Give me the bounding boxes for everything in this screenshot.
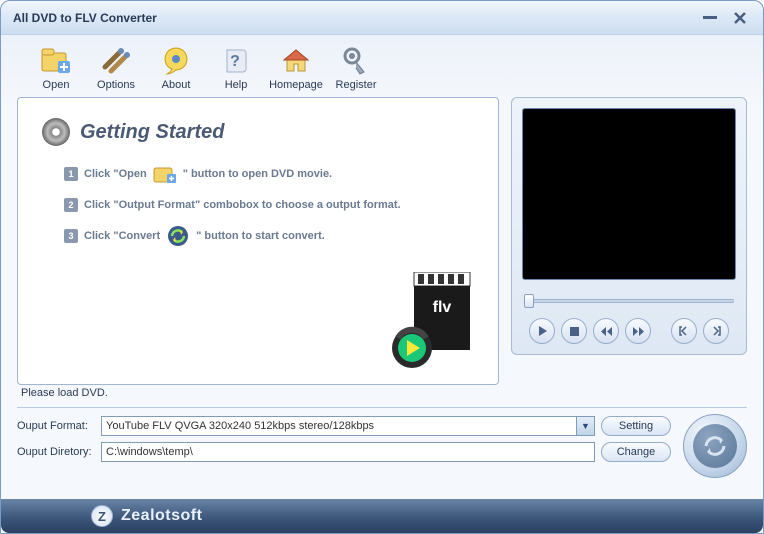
about-button[interactable]: About	[149, 45, 203, 91]
slider-track	[524, 299, 734, 303]
getting-started-title: Getting Started	[80, 121, 224, 144]
main-area: Getting Started 1 Click "Open " button t…	[1, 97, 763, 385]
step-1-number: 1	[64, 167, 78, 181]
output-directory-row: Ouput Diretory: Change	[17, 442, 671, 462]
homepage-icon	[280, 45, 312, 77]
play-button[interactable]	[529, 318, 555, 344]
minimize-button[interactable]	[699, 9, 721, 27]
convert-button[interactable]	[683, 414, 747, 478]
open-label: Open	[43, 79, 70, 91]
change-button[interactable]: Change	[601, 442, 671, 462]
output-format-label: Ouput Format:	[17, 420, 95, 432]
next-button[interactable]	[625, 318, 651, 344]
prev-button[interactable]	[593, 318, 619, 344]
step-1: 1 Click "Open " button to open DVD movie…	[64, 164, 474, 184]
open-mini-icon	[153, 164, 177, 184]
footer-bar: Z Zealotsoft	[1, 499, 763, 533]
step-1-text-a: Click "Open	[84, 168, 147, 180]
step-2: 2 Click "Output Format" combobox to choo…	[64, 198, 474, 212]
close-button[interactable]	[729, 9, 751, 27]
bracket-start-button[interactable]	[671, 318, 697, 344]
slider-thumb[interactable]	[524, 294, 534, 308]
open-button[interactable]: Open	[29, 45, 83, 91]
next-icon	[633, 327, 644, 336]
setting-button[interactable]: Setting	[601, 416, 671, 436]
close-icon	[734, 12, 746, 24]
brand-name: Zealotsoft	[121, 507, 202, 525]
output-format-combo[interactable]: ▼	[101, 416, 595, 436]
bracket-end-icon	[711, 326, 721, 336]
step-3: 3 Click "Convert " button to start conve…	[64, 226, 474, 246]
output-format-input[interactable]	[101, 416, 577, 436]
bracket-start-icon	[679, 326, 689, 336]
stop-icon	[570, 327, 579, 336]
disc-icon	[42, 118, 70, 146]
help-label: Help	[225, 79, 248, 91]
svg-text:flv: flv	[433, 299, 452, 316]
svg-text:?: ?	[230, 53, 240, 70]
step-3-text-b: " button to start convert.	[196, 230, 325, 242]
getting-started-panel: Getting Started 1 Click "Open " button t…	[17, 97, 499, 385]
status-text: Please load DVD.	[21, 387, 108, 399]
output-format-row: Ouput Format: ▼ Setting	[17, 416, 671, 436]
bottom-panel: Ouput Format: ▼ Setting Ouput Diretory: …	[17, 407, 747, 478]
status-bar: Please load DVD.	[1, 385, 763, 401]
homepage-button[interactable]: Homepage	[269, 45, 323, 91]
convert-icon	[693, 424, 737, 468]
step-1-text-b: " button to open DVD movie.	[183, 168, 332, 180]
stop-button[interactable]	[561, 318, 587, 344]
convert-mini-icon	[166, 226, 190, 246]
window-title: All DVD to FLV Converter	[13, 11, 157, 25]
brand-logo: Z	[91, 505, 113, 527]
help-icon: ?	[220, 45, 252, 77]
preview-panel	[511, 97, 747, 385]
output-directory-label: Ouput Diretory:	[17, 446, 95, 458]
minimize-icon	[703, 16, 717, 19]
output-directory-input[interactable]	[101, 442, 595, 462]
video-screen	[522, 108, 736, 280]
step-2-text: Click "Output Format" combobox to choose…	[84, 199, 401, 211]
about-icon	[160, 45, 192, 77]
help-button[interactable]: ? Help	[209, 45, 263, 91]
register-button[interactable]: Register	[329, 45, 383, 91]
output-form: Ouput Format: ▼ Setting Ouput Diretory: …	[17, 416, 671, 468]
title-bar: All DVD to FLV Converter	[1, 1, 763, 35]
step-3-text-a: Click "Convert	[84, 230, 160, 242]
media-controls	[522, 318, 736, 344]
options-icon	[100, 45, 132, 77]
window-controls	[699, 9, 751, 27]
options-label: Options	[97, 79, 135, 91]
getting-started-header: Getting Started	[42, 118, 474, 146]
open-icon	[40, 45, 72, 77]
register-icon	[340, 45, 372, 77]
homepage-label: Homepage	[269, 79, 323, 91]
seek-slider[interactable]	[524, 294, 734, 308]
step-3-number: 3	[64, 229, 78, 243]
options-button[interactable]: Options	[89, 45, 143, 91]
about-label: About	[162, 79, 191, 91]
play-icon	[538, 326, 547, 336]
bracket-end-button[interactable]	[703, 318, 729, 344]
app-window: All DVD to FLV Converter Open Options	[0, 0, 764, 534]
preview-frame	[511, 97, 747, 355]
chevron-down-icon[interactable]: ▼	[577, 416, 595, 436]
register-label: Register	[336, 79, 377, 91]
main-toolbar: Open Options About ? Help Homepage	[1, 35, 763, 97]
prev-icon	[601, 327, 612, 336]
step-2-number: 2	[64, 198, 78, 212]
flv-media-art: flv	[384, 272, 474, 372]
